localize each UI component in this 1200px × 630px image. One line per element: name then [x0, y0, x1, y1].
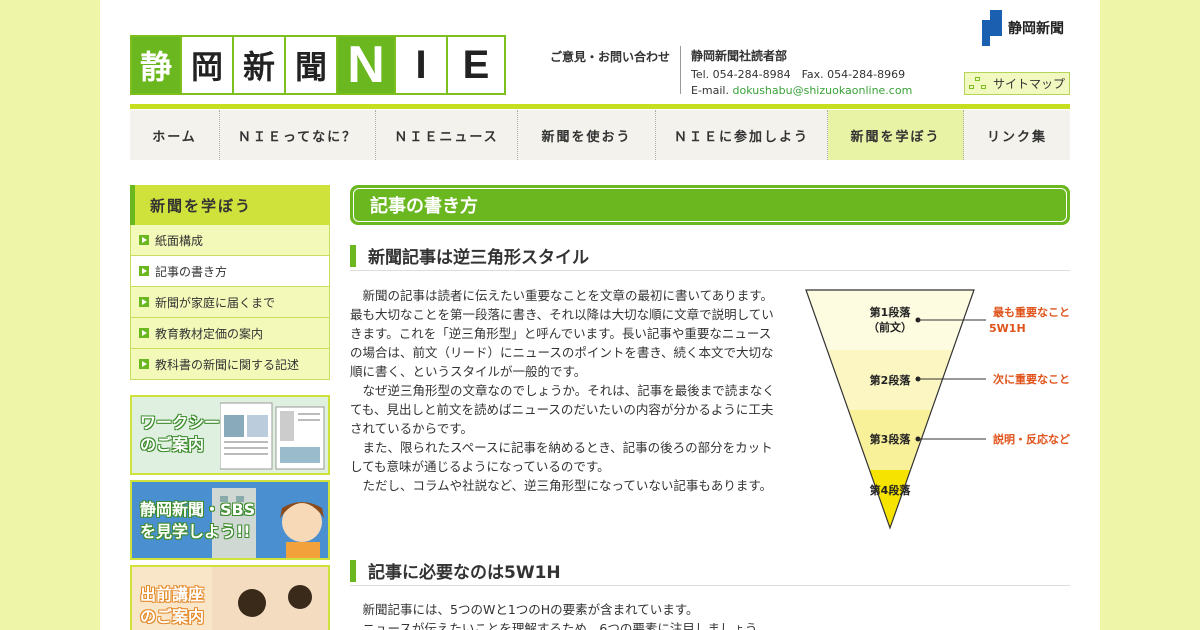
brand-logo[interactable]: 静岡新聞	[982, 10, 1064, 46]
sidebar-item-delivery[interactable]: 新聞が家庭に届くまで	[130, 287, 330, 318]
logo-char: 岡	[182, 35, 234, 95]
contact-info: 静岡新聞社読者部 Tel. 054-284-8984 Fax. 054-284-…	[691, 48, 912, 99]
contact-dept: 静岡新聞社読者部	[691, 49, 788, 63]
level-sublabel: （前文）	[868, 320, 912, 334]
logo-char: N	[338, 35, 396, 95]
sitemap-button[interactable]: サイトマップ	[964, 72, 1070, 95]
sidebar-item-layout[interactable]: 紙面構成	[130, 225, 330, 256]
nav-top-border	[130, 104, 1070, 109]
nav-item-join-nie[interactable]: ＮＩＥに参加しよう	[656, 110, 828, 160]
banner-line: のご案内	[140, 435, 205, 454]
arrow-icon	[139, 266, 149, 276]
heading-marker	[350, 244, 356, 267]
sidebar-item-how-to-write[interactable]: 記事の書き方	[130, 256, 330, 287]
paragraph: ニュースが伝えたいことを理解するため、6つの要素に注目しましょう。	[362, 621, 770, 630]
level-label: 第3段落	[870, 432, 912, 446]
arrow-icon	[139, 297, 149, 307]
sitemap-icon	[969, 76, 987, 91]
banner-line: 静岡新聞・SBS	[140, 500, 256, 519]
logo-char: 新	[234, 35, 286, 95]
banner-line: 出前講座	[140, 585, 205, 604]
sidebar-item-materials-price[interactable]: 教育教材定価の案内	[130, 318, 330, 349]
section-heading: 新聞記事は逆三角形スタイル	[350, 241, 1070, 271]
paragraph: また、限られたスペースに記事を納めるとき、記事の後ろの部分をカットしても意味が通…	[350, 440, 773, 474]
sidebar-item-label: 紙面構成	[155, 233, 204, 248]
banner-line: のご案内	[140, 607, 205, 626]
sitemap-label: サイトマップ	[993, 77, 1066, 91]
section-heading: 記事に必要なのは5W1H	[350, 556, 1070, 586]
brand-mark-icon	[982, 10, 1002, 46]
logo-char: 聞	[286, 35, 338, 95]
lecture-banner[interactable]: 出前講座 のご案内	[130, 565, 330, 630]
students-photo-icon	[212, 567, 328, 630]
tour-banner[interactable]: 静岡新聞・SBS を見学しよう!!	[130, 480, 330, 560]
nav-item-home[interactable]: ホーム	[130, 110, 220, 160]
email-label: E-mail.	[691, 84, 733, 97]
global-nav: ホーム ＮＩＥってなに？ ＮＩＥニュース 新聞を使おう ＮＩＥに参加しよう 新聞…	[130, 110, 1070, 160]
arrow-icon	[139, 359, 149, 369]
level-label: 第1段落	[870, 305, 912, 319]
building-illustration-icon	[212, 488, 324, 558]
logo-char: E	[448, 35, 506, 95]
email-link[interactable]: dokushabu@shizuokaonline.com	[732, 84, 912, 97]
section-heading-text: 記事に必要なのは5W1H	[368, 563, 561, 583]
level-note: 次に重要なこと	[993, 372, 1070, 386]
sidebar-item-label: 教育教材定価の案内	[155, 326, 264, 341]
section-body: 新聞の記事は読者に伝えたい重要なことを文章の最初に書いてあります。最も大切なこと…	[350, 286, 780, 495]
arrow-icon	[139, 328, 149, 338]
divider	[680, 46, 681, 94]
level-label: 第2段落	[870, 373, 912, 387]
nav-item-nie-news[interactable]: ＮＩＥニュース	[376, 110, 518, 160]
paragraph: 新聞記事には、5つのWと1つのHの要素が含まれています。	[362, 602, 699, 617]
level-note: 最も重要なこと	[993, 305, 1070, 319]
sidebar-item-label: 新聞が家庭に届くまで	[155, 295, 276, 310]
heading-marker	[350, 559, 356, 582]
nav-item-learn-newspaper[interactable]: 新聞を学ぼう	[828, 110, 964, 160]
level-note: 説明・反応など	[993, 432, 1070, 446]
nav-item-use-newspaper[interactable]: 新聞を使おう	[518, 110, 656, 160]
sidebar-title: 新聞を学ぼう	[130, 185, 330, 225]
page-title-bar: 記事の書き方	[350, 185, 1070, 225]
arrow-icon	[139, 235, 149, 245]
contact-tel: Tel. 054-284-8984 Fax. 054-284-8969	[691, 68, 906, 81]
sidebar-item-textbook[interactable]: 教科書の新聞に関する記述	[130, 349, 330, 380]
paragraph: 新聞の記事は読者に伝えたい重要なことを文章の最初に書いてあります。最も大切なこと…	[350, 288, 774, 379]
section-body: 新聞記事には、5つのWと1つのHの要素が含まれています。 ニュースが伝えたいこと…	[350, 600, 790, 630]
paragraph: なぜ逆三角形型の文章なのでしょうか。それは、記事を最後まで読まなくても、見出しと…	[350, 383, 775, 436]
sidebar-menu: 紙面構成 記事の書き方 新聞が家庭に届くまで 教育教材定価の案内 教科書の新聞に…	[130, 225, 330, 380]
sidebar-item-label: 記事の書き方	[155, 264, 228, 279]
site-logo[interactable]: 静 岡 新 聞 N I E	[130, 35, 506, 95]
contact-email-row: E-mail. dokushabu@shizuokaonline.com	[691, 83, 912, 99]
page: 静 岡 新 聞 N I E ご意見・お問い合わせ 静岡新聞社読者部 Tel. 0…	[100, 0, 1100, 630]
paragraph: ただし、コラムや社説など、逆三角形型になっていない記事もあります。	[362, 478, 773, 493]
worksheet-thumbnail-icon	[220, 402, 325, 470]
callout-line	[915, 436, 986, 442]
nav-item-links[interactable]: リンク集	[964, 110, 1070, 160]
page-title: 記事の書き方	[353, 188, 1067, 222]
logo-char: 静	[130, 35, 182, 95]
level-note: 5W1H	[989, 322, 1026, 335]
inverted-triangle-diagram: 第1段落 （前文） 第2段落 第3段落 第4段落 最も重要なこと 5W1H 次に…	[805, 289, 1070, 530]
nav-item-about-nie[interactable]: ＮＩＥってなに？	[220, 110, 376, 160]
contact-link[interactable]: ご意見・お問い合わせ	[550, 48, 670, 65]
level-label: 第4段落	[870, 483, 912, 497]
brand-name: 静岡新聞	[1008, 21, 1064, 37]
section-heading-text: 新聞記事は逆三角形スタイル	[368, 248, 589, 268]
worksheet-banner[interactable]: ワークシート のご案内	[130, 395, 330, 475]
banner-line: を見学しよう!!	[140, 522, 251, 541]
sidebar-item-label: 教科書の新聞に関する記述	[155, 357, 300, 372]
logo-char: I	[396, 35, 448, 95]
